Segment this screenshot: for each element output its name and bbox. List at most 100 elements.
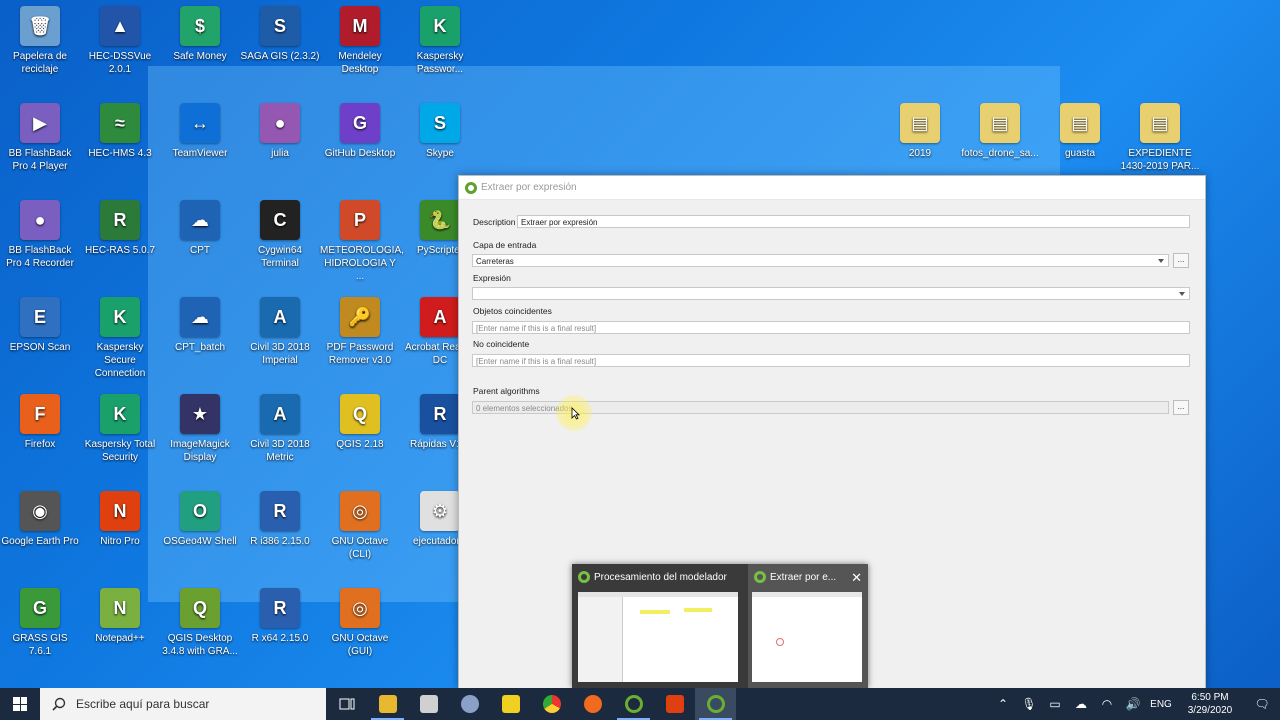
preview-modeler[interactable]: Procesamiento del modelador <box>572 564 748 688</box>
desktop-icon-label: Skype <box>426 148 454 159</box>
app-icon: S <box>420 103 460 143</box>
windows-icon <box>13 697 27 711</box>
taskbar-app-4[interactable] <box>449 688 490 720</box>
input-layer-label: Capa de entrada <box>473 240 537 250</box>
description-input[interactable]: Extraer por expresión <box>517 215 1190 228</box>
chevron-down-icon <box>1179 292 1185 296</box>
input-layer-select[interactable]: Carreteras <box>472 254 1169 267</box>
taskbar-calculator[interactable] <box>408 688 449 720</box>
desktop-icon[interactable]: ▤ guasta <box>1040 99 1120 160</box>
desktop-icon[interactable]: ▶ BB FlashBack Pro 4 Player <box>0 99 80 173</box>
desktop-icon[interactable]: M Mendeley Desktop <box>320 2 400 76</box>
desktop-icon-label: Civil 3D 2018 Metric <box>250 439 310 463</box>
desktop-icon[interactable]: 🔑 PDF Password Remover v3.0 <box>320 293 400 367</box>
app-icon: A <box>260 297 300 337</box>
app-icon: N <box>100 491 140 531</box>
app-icon: ▶ <box>20 103 60 143</box>
app-icon: K <box>420 6 460 46</box>
taskbar-qgis-2[interactable] <box>695 688 736 720</box>
desktop-icon[interactable]: ☁ CPT_batch <box>160 293 240 354</box>
sticky-notes-icon <box>501 695 520 713</box>
dialog-titlebar[interactable]: Extraer por expresión <box>459 176 1205 200</box>
matching-output-input[interactable]: [Enter name if this is a final result] <box>472 321 1190 334</box>
desktop-icon[interactable]: O OSGeo4W Shell <box>160 487 240 548</box>
desktop-icon[interactable]: E EPSON Scan <box>0 293 80 354</box>
input-layer-browse-button[interactable]: ... <box>1173 253 1189 268</box>
desktop-icon[interactable]: G GitHub Desktop <box>320 99 400 160</box>
desktop-icon[interactable]: ↔ TeamViewer <box>160 99 240 160</box>
close-icon[interactable]: ✕ <box>851 570 862 586</box>
taskbar-nitro[interactable] <box>654 688 695 720</box>
desktop-icon[interactable]: ★ ImageMagick Display <box>160 390 240 464</box>
desktop-icon[interactable]: N Notepad++ <box>80 584 160 645</box>
desktop-icon[interactable]: R HEC-RAS 5.0.7 <box>80 196 160 257</box>
app-icon: P <box>340 200 380 240</box>
desktop-icon[interactable]: ▤ fotos_drone_sa... <box>960 99 1040 160</box>
desktop-icon[interactable]: ▤ 2019 <box>880 99 960 160</box>
app-icon: ▤ <box>1140 103 1180 143</box>
nonmatching-output-input[interactable]: [Enter name if this is a final result] <box>472 354 1190 367</box>
start-button[interactable] <box>0 688 40 720</box>
taskbar-qgis-1[interactable] <box>613 688 654 720</box>
desktop-icon[interactable]: ◉ Google Earth Pro <box>0 487 80 548</box>
app-icon: ● <box>20 200 60 240</box>
desktop-icon-label: EPSON Scan <box>9 342 71 353</box>
app-icon: O <box>180 491 220 531</box>
onedrive-icon[interactable]: ☁ <box>1068 697 1094 711</box>
desktop-icon[interactable]: R R i386 2.15.0 <box>240 487 320 548</box>
desktop-icon[interactable]: ≈ HEC-HMS 4.3 <box>80 99 160 160</box>
desktop-icon[interactable]: Q QGIS 2.18 <box>320 390 400 451</box>
desktop-icon[interactable]: $ Safe Money <box>160 2 240 63</box>
taskbar-file-explorer[interactable] <box>367 688 408 720</box>
desktop-icon[interactable]: ☁ CPT <box>160 196 240 257</box>
mouse-pointer-icon <box>571 407 580 420</box>
app-icon: C <box>260 200 300 240</box>
language-indicator[interactable]: ENG <box>1146 699 1176 710</box>
desktop-icon[interactable]: S Skype <box>400 99 480 160</box>
volume-icon[interactable]: 🔊 <box>1120 697 1146 711</box>
desktop-icon[interactable]: C Cygwin64 Terminal <box>240 196 320 270</box>
wifi-icon[interactable]: ◠ <box>1094 697 1120 711</box>
desktop-icon[interactable]: F Firefox <box>0 390 80 451</box>
desktop-icon[interactable]: N Nitro Pro <box>80 487 160 548</box>
desktop-icon[interactable]: G GRASS GIS 7.6.1 <box>0 584 80 658</box>
parent-algorithms-button[interactable]: ... <box>1173 400 1189 415</box>
desktop-icon[interactable]: P METEOROLOGIA, HIDROLOGIA Y ... <box>320 196 404 283</box>
app-icon: $ <box>180 6 220 46</box>
app-icon: K <box>100 297 140 337</box>
taskbar-firefox[interactable] <box>572 688 613 720</box>
chevron-down-icon <box>1158 259 1164 263</box>
desktop-icon[interactable]: A Civil 3D 2018 Imperial <box>240 293 320 367</box>
taskbar-preview: Procesamiento del modelador Extraer por … <box>572 564 868 688</box>
task-view-button[interactable] <box>326 688 367 720</box>
chevron-up-icon[interactable]: ⌃ <box>990 697 1016 711</box>
desktop-icon[interactable]: ◎ GNU Octave (GUI) <box>320 584 400 658</box>
desktop-icon-label: Papelera de reciclaje <box>13 51 67 75</box>
clock[interactable]: 6:50 PM 3/29/2020 <box>1176 691 1244 717</box>
desktop-icon[interactable]: 🗑 Papelera de reciclaje <box>0 2 80 76</box>
taskbar-chrome[interactable] <box>531 688 572 720</box>
device-icon[interactable]: ▭ <box>1042 697 1068 711</box>
notifications-icon[interactable]: 🗨 <box>1244 697 1280 711</box>
app-icon: N <box>100 588 140 628</box>
desktop-icon[interactable]: ▤ EXPEDIENTE 1430-2019 PAR... <box>1120 99 1200 173</box>
preview-extract[interactable]: Extraer por e... ✕ <box>748 564 868 688</box>
desktop-icon[interactable]: ● julia <box>240 99 320 160</box>
search-box[interactable]: Escribe aquí para buscar <box>40 688 326 720</box>
desktop-icon-label: CPT <box>190 245 210 256</box>
microphone-icon[interactable]: 🎙 <box>1016 697 1042 711</box>
desktop-icon[interactable]: ● BB FlashBack Pro 4 Recorder <box>0 196 80 270</box>
desktop-icon[interactable]: K Kaspersky Passwor... <box>400 2 480 76</box>
desktop-icon[interactable]: ▲ HEC-DSSVue 2.0.1 <box>80 2 160 76</box>
desktop-icon[interactable]: S SAGA GIS (2.3.2) <box>240 2 320 63</box>
desktop-icon[interactable]: Q QGIS Desktop 3.4.8 with GRA... <box>160 584 240 658</box>
desktop-icon[interactable]: R R x64 2.15.0 <box>240 584 320 645</box>
desktop-icon-label: Kaspersky Secure Connection <box>94 342 146 379</box>
desktop-icon-label: GitHub Desktop <box>324 148 396 159</box>
desktop-icon[interactable]: K Kaspersky Secure Connection <box>80 293 160 380</box>
desktop-icon[interactable]: A Civil 3D 2018 Metric <box>240 390 320 464</box>
expression-select[interactable] <box>472 287 1190 300</box>
desktop-icon[interactable]: K Kaspersky Total Security <box>80 390 160 464</box>
desktop-icon[interactable]: ◎ GNU Octave (CLI) <box>320 487 400 561</box>
taskbar-sticky-notes[interactable] <box>490 688 531 720</box>
